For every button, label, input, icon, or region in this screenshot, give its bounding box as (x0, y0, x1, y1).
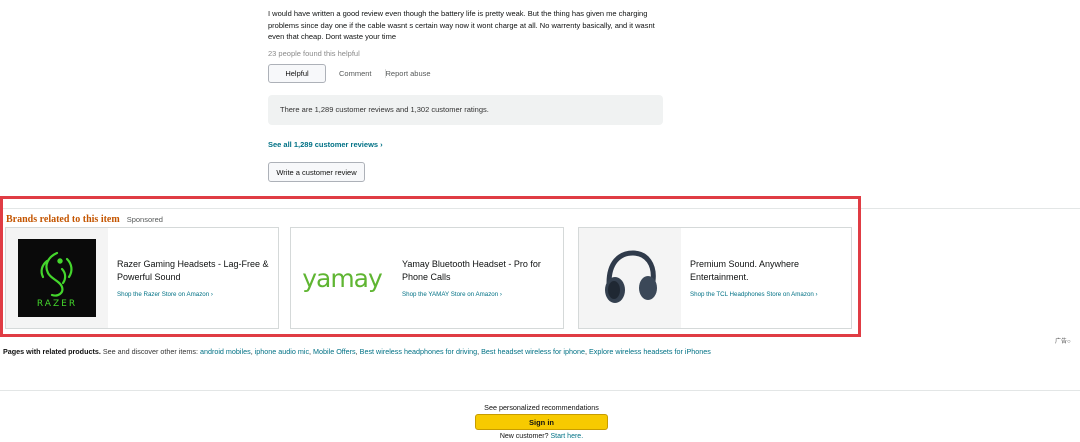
related-link[interactable]: Mobile Offers (313, 347, 356, 356)
card-headline: Razer Gaming Headsets - Lag-Free & Power… (117, 259, 269, 282)
ad-feedback-label[interactable]: 广告○ (1055, 336, 1071, 345)
yamay-wordmark: yamay (302, 263, 383, 293)
related-pages: Pages with related products. See and dis… (3, 347, 711, 356)
sponsored-label: Sponsored (126, 215, 163, 224)
feedback-icon: ○ (1067, 339, 1071, 345)
brands-title: Brands related to this item (6, 214, 120, 225)
sign-in-button[interactable]: Sign in (475, 414, 608, 430)
review-body: I would have written a good review even … (268, 9, 655, 42)
report-abuse-link[interactable]: Report abuse (384, 68, 431, 78)
razer-wordmark: RAZER (36, 299, 78, 309)
see-all-reviews-link[interactable]: See all 1,289 customer reviews › (268, 140, 383, 149)
razer-store-link[interactable]: Shop the Razer Store on Amazon › (117, 291, 213, 298)
new-customer-text: New customer? (499, 433, 549, 440)
related-link[interactable]: Best wireless headphones for driving (360, 347, 477, 356)
write-review-button[interactable]: Write a customer review (268, 162, 365, 182)
brand-card-yamay[interactable]: yamay Yamay Bluetooth Headset - Pro for … (290, 227, 564, 329)
related-heading: Pages with related products. (3, 347, 101, 356)
brands-heading: Brands related to this item Sponsored (6, 214, 163, 225)
review-count-summary: There are 1,289 customer reviews and 1,3… (268, 95, 663, 125)
yamay-store-link[interactable]: Shop the YAMAY Store on Amazon › (402, 291, 502, 298)
card-headline: Yamay Bluetooth Headset - Pro for Phone … (402, 259, 541, 282)
related-link[interactable]: Explore wireless headsets for iPhones (589, 347, 711, 356)
related-link[interactable]: iphone audio mic (255, 347, 309, 356)
tcl-store-link[interactable]: Shop the TCL Headphones Store on Amazon … (690, 291, 818, 298)
yamay-logo: yamay (291, 228, 393, 328)
personalized-recommendations-text: See personalized recommendations (484, 403, 599, 412)
review-actions: Helpful Comment Report abuse (268, 63, 668, 83)
card-headline: Premium Sound. Anywhere Entertainment. (690, 259, 800, 282)
brands-related-section: Brands related to this item Sponsored RA… (0, 196, 861, 337)
footer-divider (0, 390, 1080, 391)
brand-card-tcl[interactable]: Premium Sound. Anywhere Entertainment. S… (578, 227, 852, 329)
related-link[interactable]: android mobiles (200, 347, 251, 356)
brand-card-razer[interactable]: RAZER Razer Gaming Headsets - Lag-Free &… (5, 227, 279, 329)
helpful-button[interactable]: Helpful (268, 63, 326, 83)
headphones-image (579, 228, 681, 328)
related-intro: See and discover other items: (102, 347, 198, 356)
customer-review: I would have written a good review even … (268, 8, 668, 83)
new-customer-line: New customer? Start here. (0, 433, 1080, 440)
comment-link[interactable]: Comment (339, 69, 372, 78)
headphones-icon (605, 250, 657, 303)
start-here-link[interactable]: Start here. (550, 433, 583, 440)
related-link[interactable]: Best headset wireless for iphone (481, 347, 585, 356)
helpful-count: 23 people found this helpful (268, 48, 360, 58)
razer-logo: RAZER (6, 228, 108, 328)
